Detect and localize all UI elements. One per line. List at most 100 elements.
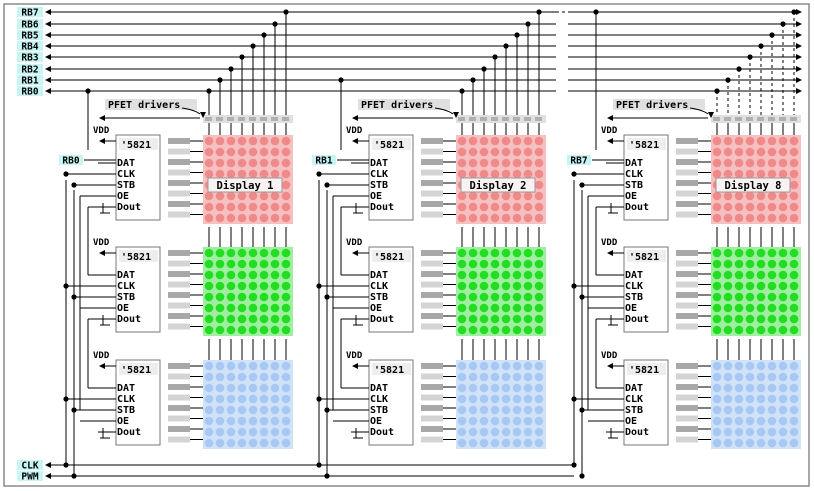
led-dot — [534, 248, 544, 258]
led-dot — [468, 158, 478, 168]
led-dot — [778, 416, 788, 426]
led-dot — [248, 248, 258, 258]
vdd-label: VDD — [601, 126, 618, 136]
led-dot — [767, 303, 777, 313]
led-dot — [204, 202, 214, 212]
display-label: Display 2 — [470, 180, 527, 192]
junction-dot — [63, 283, 69, 289]
led-dot — [248, 191, 258, 201]
led-dot — [215, 248, 225, 258]
pin-label-dout: Dout — [117, 427, 141, 438]
led-dot — [457, 372, 467, 382]
pin-label-clk: CLK — [117, 281, 135, 292]
led-dot — [259, 248, 269, 258]
output-bar — [676, 415, 698, 422]
led-dot — [204, 147, 214, 157]
pin-label-dout: Dout — [117, 314, 141, 325]
rb-tap-label: RB0 — [62, 156, 79, 167]
led-dot — [226, 372, 236, 382]
led-dot — [468, 416, 478, 426]
led-dot — [204, 405, 214, 415]
led-dot — [215, 213, 225, 223]
display-label: Display 8 — [725, 180, 782, 192]
led-dot — [756, 248, 766, 258]
led-dot — [259, 202, 269, 212]
led-dot — [712, 270, 722, 280]
led-dot — [259, 158, 269, 168]
led-dot — [237, 383, 247, 393]
output-bar — [421, 384, 443, 390]
led-dot — [281, 259, 291, 269]
pin-label-dout: Dout — [117, 202, 141, 213]
pin-label-stb: STB — [370, 405, 388, 416]
led-dot — [226, 394, 236, 404]
led-dot — [270, 292, 280, 302]
led-dot — [204, 325, 214, 335]
junction-dot — [324, 294, 330, 300]
led-dot — [745, 191, 755, 201]
led-dot — [248, 325, 258, 335]
pin-label-stb: STB — [625, 180, 643, 191]
led-dot — [745, 361, 755, 371]
led-dot — [512, 325, 522, 335]
led-dot — [523, 191, 533, 201]
led-dot — [501, 158, 511, 168]
led-dot — [204, 394, 214, 404]
led-dot — [712, 292, 722, 302]
led-dot — [756, 202, 766, 212]
led-dot — [490, 361, 500, 371]
pfet-transistor — [524, 117, 531, 121]
chip-name: '5821 — [121, 365, 151, 376]
led-dot — [215, 314, 225, 324]
led-dot — [248, 259, 258, 269]
led-dot — [712, 202, 722, 212]
rb1-label: RB1 — [21, 76, 38, 87]
output-bar — [676, 169, 698, 176]
led-dot — [215, 372, 225, 382]
led-dot — [226, 292, 236, 302]
led-dot — [778, 158, 788, 168]
led-dot — [778, 213, 788, 223]
led-dot — [712, 427, 722, 437]
led-dot — [789, 303, 799, 313]
led-dot — [534, 405, 544, 415]
led-dot — [479, 158, 489, 168]
led-matrix-bg — [203, 247, 293, 336]
led-dot — [512, 438, 522, 448]
output-bar — [168, 201, 190, 207]
led-dot — [237, 416, 247, 426]
led-dot — [756, 292, 766, 302]
led-dot — [237, 361, 247, 371]
chip-name: '5821 — [121, 252, 151, 263]
led-dot — [248, 405, 258, 415]
pin-label-dat: DAT — [117, 158, 135, 169]
led-dot — [226, 361, 236, 371]
vdd-label: VDD — [346, 238, 363, 248]
led-dot — [226, 438, 236, 448]
led-dot — [756, 303, 766, 313]
led-dot — [226, 202, 236, 212]
led-dot — [237, 292, 247, 302]
led-dot — [237, 325, 247, 335]
led-dot — [767, 394, 777, 404]
pin-label-dout: Dout — [370, 202, 394, 213]
pin-label-stb: STB — [370, 292, 388, 303]
led-dot — [789, 361, 799, 371]
vdd-label: VDD — [93, 238, 110, 248]
led-dot — [226, 416, 236, 426]
led-dot — [723, 270, 733, 280]
led-dot — [490, 314, 500, 324]
led-dot — [778, 427, 788, 437]
led-dot — [534, 303, 544, 313]
led-dot — [789, 136, 799, 146]
led-dot — [457, 158, 467, 168]
led-dot — [490, 303, 500, 313]
led-dot — [789, 202, 799, 212]
led-dot — [723, 372, 733, 382]
led-dot — [734, 270, 744, 280]
led-dot — [523, 361, 533, 371]
led-dot — [215, 416, 225, 426]
led-dot — [479, 292, 489, 302]
pin-label-stb: STB — [117, 292, 135, 303]
output-bar — [421, 190, 443, 197]
